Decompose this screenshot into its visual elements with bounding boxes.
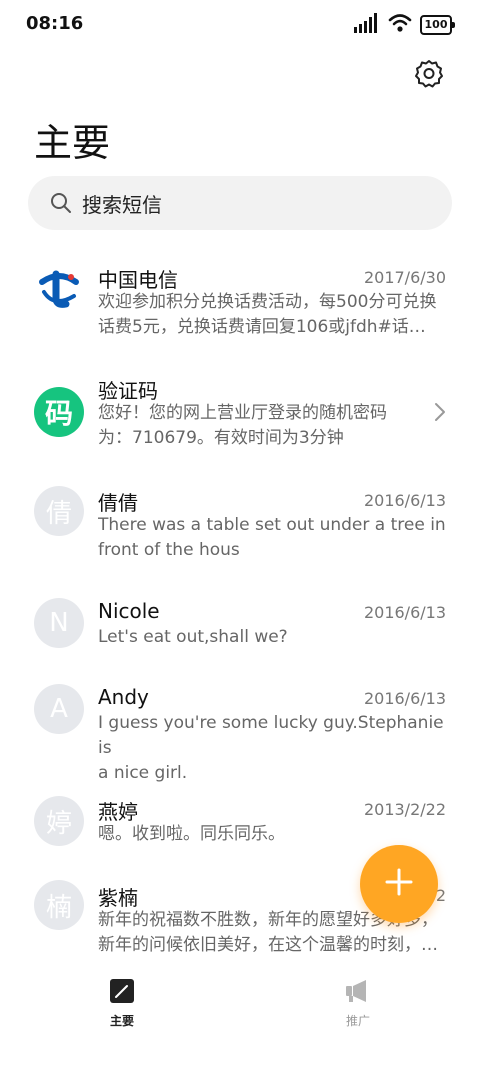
page-title: 主要 (34, 121, 111, 165)
wifi-icon (388, 13, 412, 37)
conversation-item[interactable]: A Andy 2016/6/13 I guess you're some luc… (0, 664, 480, 783)
avatar-text: 码 (44, 397, 73, 430)
preview-line: 话费5元，兑换话费请回复106或jfdh#话… (98, 317, 426, 337)
conversation-item[interactable]: N Nicole 2016/6/13 Let's eat out,shall w… (0, 578, 480, 664)
sender-name: 验证码 (98, 379, 158, 403)
sender-name: 紫楠 (98, 886, 138, 910)
avatar-text: A (50, 694, 68, 724)
sender-name: Andy (98, 685, 149, 709)
messages-screen: 08:16 100 主要 搜索短信 中国电信 2017/6/30 欢迎参加积分兑… (0, 0, 480, 1066)
avatar-text: 楠 (45, 892, 72, 923)
message-date: 2017/6/30 (363, 268, 446, 287)
preview-line: 您好！您的网上营业厅登录的随机密码 (98, 403, 387, 423)
avatar: 倩 (34, 486, 84, 536)
conversation-item[interactable]: 码 验证码 您好！您的网上营业厅登录的随机密码 为：710679。有效时间为3分… (0, 354, 480, 466)
message-preview: I guess you're some lucky guy.Stephanie … (98, 711, 448, 786)
tab-promo-label: 推广 (345, 1014, 370, 1028)
avatar: N (34, 598, 84, 648)
message-preview: 欢迎参加积分兑换话费活动，每500分可兑换 话费5元，兑换话费请回复106或jf… (98, 290, 448, 340)
bottom-nav: 主要 推广 (0, 960, 480, 1066)
tab-main[interactable]: 主要 (82, 978, 162, 1029)
megaphone-icon (344, 980, 372, 1008)
conversation-item[interactable]: 倩 倩倩 2016/6/13 There was a table set out… (0, 466, 480, 578)
sender-name: 中国电信 (98, 268, 178, 292)
message-preview: 嗯。收到啦。同乐同乐。 (98, 822, 448, 847)
tab-main-label: 主要 (109, 1014, 134, 1028)
avatar (34, 264, 84, 314)
signal-icon (354, 13, 380, 37)
battery-icon: 100 (420, 15, 455, 35)
chevron-right-icon[interactable] (434, 402, 446, 422)
status-bar: 08:16 100 (0, 0, 480, 48)
avatar: A (34, 684, 84, 734)
avatar: 码 (34, 387, 84, 437)
preview-line: I guess you're some lucky guy.Stephanie … (98, 713, 444, 758)
new-message-button[interactable] (360, 845, 438, 923)
plus-icon (384, 867, 414, 901)
message-date: 2016/6/13 (363, 491, 446, 510)
avatar-text: 倩 (45, 498, 72, 529)
china-telecom-logo-icon (34, 264, 84, 314)
message-preview: There was a table set out under a tree i… (98, 513, 448, 563)
search-bar[interactable]: 搜索短信 (28, 176, 452, 230)
status-time: 08:16 (26, 13, 84, 34)
conversation-item[interactable]: 中国电信 2017/6/30 欢迎参加积分兑换话费活动，每500分可兑换 话费5… (0, 244, 480, 354)
settings-button[interactable] (414, 58, 444, 88)
message-preview: Let's eat out,shall we? (98, 625, 448, 650)
message-date: 2016/6/13 (363, 689, 446, 708)
sender-name: 倩倩 (98, 491, 138, 515)
search-input[interactable]: 搜索短信 (82, 189, 162, 218)
preview-line: 为：710679。有效时间为3分钟 (98, 428, 344, 448)
gear-icon (414, 60, 444, 92)
preview-line: 欢迎参加积分兑换话费活动，每500分可兑换 (98, 292, 437, 312)
message-date: 2016/6/13 (363, 603, 446, 622)
search-icon (50, 192, 72, 214)
message-preview: 您好！您的网上营业厅登录的随机密码 为：710679。有效时间为3分钟 (98, 401, 418, 451)
status-icons: 100 (354, 13, 455, 37)
avatar: 楠 (34, 880, 84, 930)
avatar-text: 婷 (45, 808, 72, 839)
avatar-text: N (49, 608, 69, 638)
sender-name: Nicole (98, 599, 160, 623)
preview-line: Let's eat out,shall we? (98, 627, 288, 647)
preview-line: There was a table set out under a tree i… (98, 515, 446, 535)
tab-promo[interactable]: 推广 (318, 978, 398, 1029)
preview-line: 嗯。收到啦。同乐同乐。 (98, 824, 285, 844)
message-date: 2013/2/22 (363, 800, 446, 819)
sender-name: 燕婷 (98, 800, 138, 824)
avatar: 婷 (34, 796, 84, 846)
preview-line: front of the hous (98, 540, 240, 560)
preview-line: 新年的问候依旧美好，在这个温馨的时刻，… (98, 935, 438, 955)
compose-icon (109, 979, 135, 1008)
